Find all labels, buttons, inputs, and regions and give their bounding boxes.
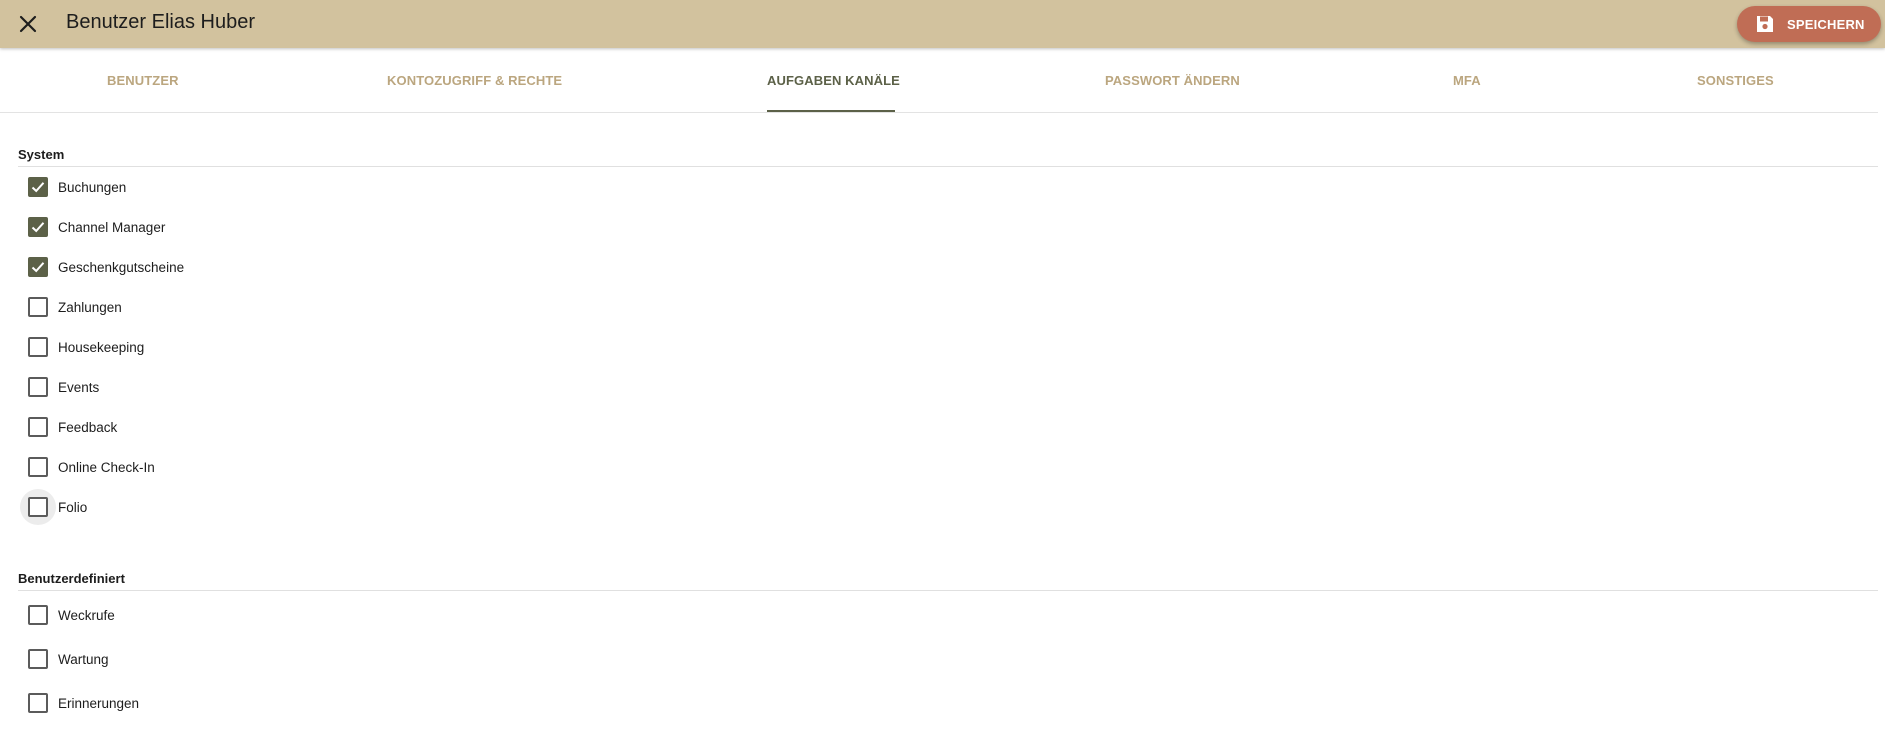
checkbox-buchungen[interactable] <box>28 177 48 197</box>
checkbox-label: Events <box>58 379 100 395</box>
section-title-system: System <box>18 147 65 162</box>
tab-mfa[interactable]: MFA <box>1453 48 1481 113</box>
checkbox-label: Folio <box>58 499 88 515</box>
checkbox-row-online-check-in[interactable]: Online Check-In <box>20 449 155 485</box>
checkbox-row-feedback[interactable]: Feedback <box>20 409 117 445</box>
checkbox-row-geschenkgutscheine[interactable]: Geschenkgutscheine <box>20 249 184 285</box>
save-button-label: SPEICHERN <box>1787 16 1865 32</box>
top-app-bar: Benutzer Elias Huber SPEICHERN <box>0 0 1885 48</box>
checkbox-geschenkgutscheine[interactable] <box>28 257 48 277</box>
checkbox-feedback[interactable] <box>28 417 48 437</box>
checkbox-online-check-in[interactable] <box>28 457 48 477</box>
checkbox-label: Feedback <box>58 419 118 435</box>
checkbox-row-zahlungen[interactable]: Zahlungen <box>20 289 122 325</box>
checkbox-channel-manager[interactable] <box>28 217 48 237</box>
section-title-benutzerdefiniert: Benutzerdefiniert <box>18 571 125 586</box>
checkbox-label: Wartung <box>58 651 109 667</box>
close-icon <box>19 15 37 33</box>
checkbox-label: Weckrufe <box>58 607 115 623</box>
check-icon <box>31 222 45 233</box>
checkbox-events[interactable] <box>28 377 48 397</box>
page-title: Benutzer Elias Huber <box>66 11 255 33</box>
check-icon <box>31 262 45 273</box>
tab-aufgaben-kanaele[interactable]: AUFGABEN KANÄLE <box>767 48 900 113</box>
checkbox-row-wartung[interactable]: Wartung <box>20 641 109 677</box>
active-tab-indicator <box>767 110 895 112</box>
section-divider <box>18 590 1878 591</box>
save-button[interactable]: SPEICHERN <box>1737 6 1881 42</box>
close-button[interactable] <box>14 10 42 38</box>
checkbox-row-channel-manager[interactable]: Channel Manager <box>20 209 165 245</box>
checkbox-erinnerungen[interactable] <box>28 693 48 713</box>
floppy-disk-icon <box>1757 16 1773 32</box>
checkbox-label: Zahlungen <box>58 299 122 315</box>
checkbox-label: Buchungen <box>58 179 127 195</box>
checkbox-row-buchungen[interactable]: Buchungen <box>20 169 126 205</box>
checkbox-row-folio[interactable]: Folio <box>20 489 87 525</box>
checkbox-label: Geschenkgutscheine <box>58 259 185 275</box>
tab-kontozugriff-rechte[interactable]: KONTOZUGRIFF & RECHTE <box>387 48 562 113</box>
checkbox-row-housekeeping[interactable]: Housekeeping <box>20 329 144 365</box>
checkbox-folio[interactable] <box>28 497 48 517</box>
checkbox-row-events[interactable]: Events <box>20 369 99 405</box>
checkbox-housekeeping[interactable] <box>28 337 48 357</box>
checkbox-wartung[interactable] <box>28 649 48 669</box>
checkbox-zahlungen[interactable] <box>28 297 48 317</box>
checkbox-label: Housekeeping <box>58 339 145 355</box>
checkbox-weckrufe[interactable] <box>28 605 48 625</box>
checkbox-label: Erinnerungen <box>58 695 140 711</box>
section-divider <box>18 166 1878 167</box>
checkbox-label: Channel Manager <box>58 219 166 235</box>
tab-sonstiges[interactable]: SONSTIGES <box>1697 48 1774 113</box>
checkbox-row-weckrufe[interactable]: Weckrufe <box>20 597 115 633</box>
checkbox-row-erinnerungen[interactable]: Erinnerungen <box>20 685 139 721</box>
tab-bar: BENUTZER KONTOZUGRIFF & RECHTE AUFGABEN … <box>0 48 1878 113</box>
check-icon <box>31 182 45 193</box>
tab-benutzer[interactable]: BENUTZER <box>107 48 179 113</box>
tab-passwort-aendern[interactable]: PASSWORT ÄNDERN <box>1105 48 1240 113</box>
checkbox-label: Online Check-In <box>58 459 155 475</box>
